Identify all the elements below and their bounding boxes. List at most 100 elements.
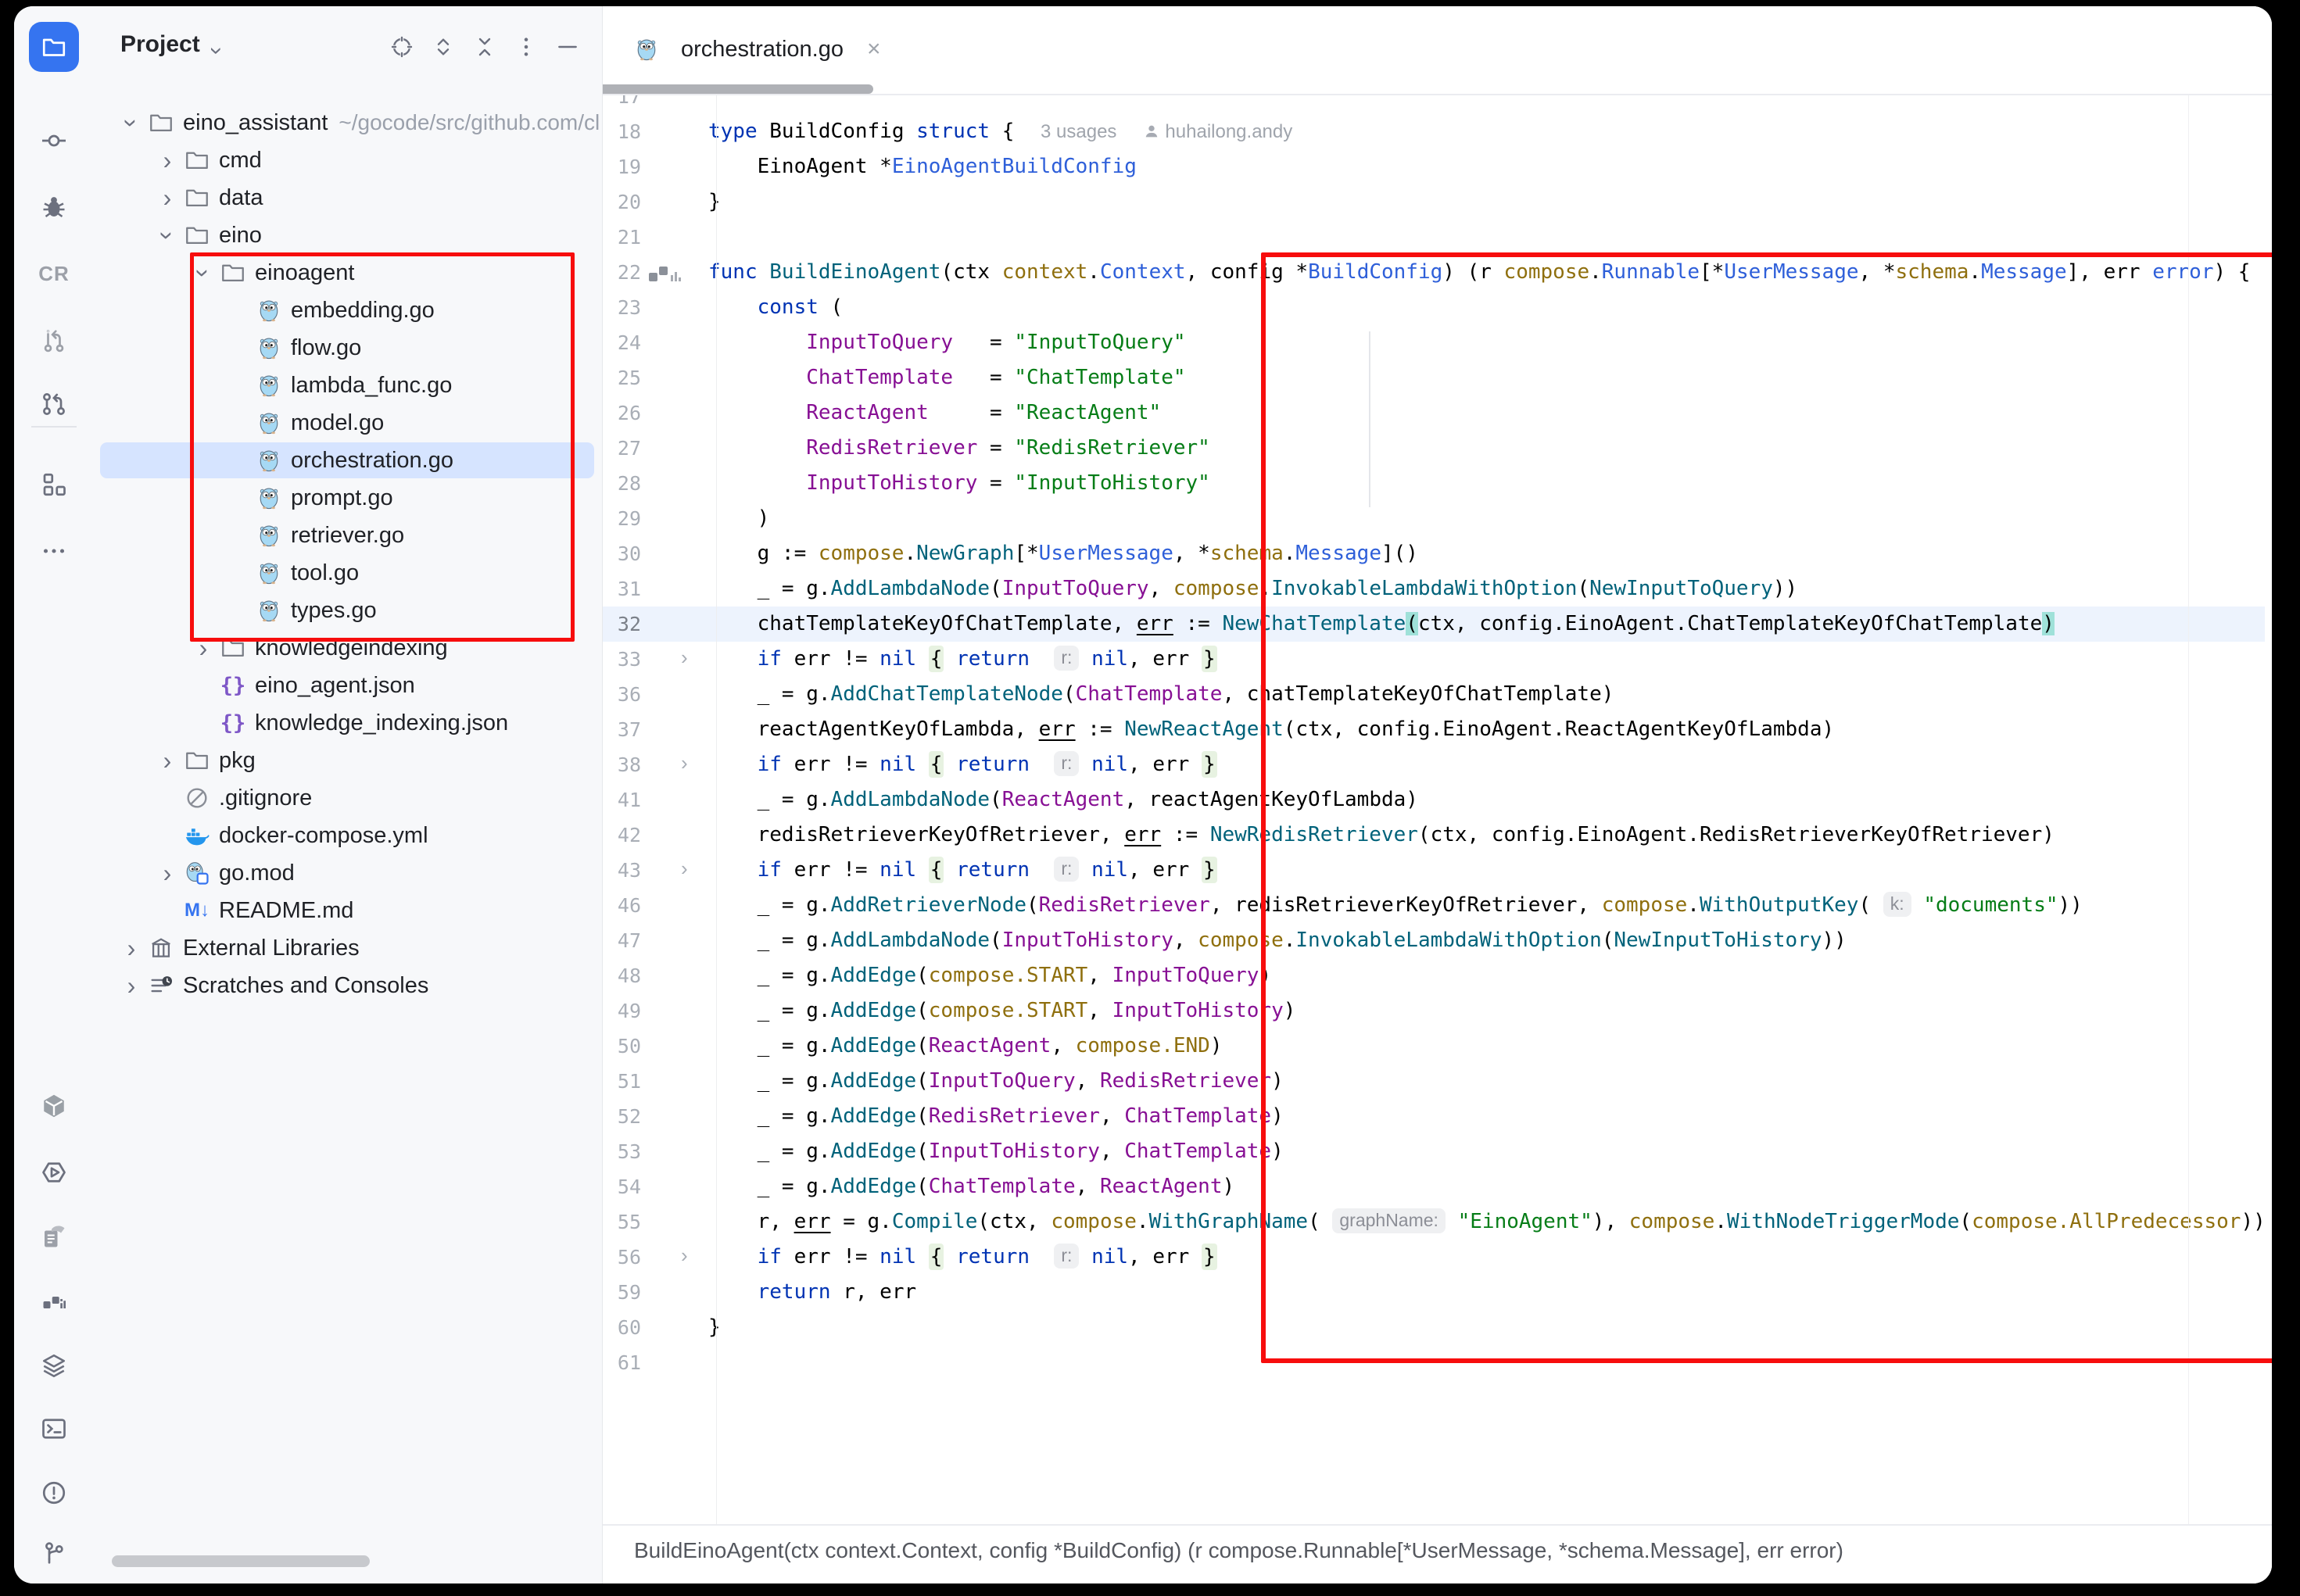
code-line-42[interactable]: 42 redisRetrieverKeyOfRetriever, err := … (603, 818, 2272, 853)
hide-icon[interactable] (554, 33, 582, 61)
code-line-56[interactable]: 56› if err != nil { return r: nil, err } (603, 1240, 2272, 1275)
tree-item-retriever-go[interactable]: retriever.go (94, 517, 602, 554)
code-line-52[interactable]: 52 _ = g.AddEdge(RedisRetriever, ChatTem… (603, 1099, 2272, 1134)
tree-item--gitignore[interactable]: .gitignore (94, 779, 602, 817)
gutter-metrics-icon[interactable] (647, 264, 682, 284)
code-line-22[interactable]: 22func BuildEinoAgent(ctx context.Contex… (603, 255, 2272, 290)
code-line-61[interactable]: 61 (603, 1345, 2272, 1380)
tree-item-flow-go[interactable]: flow.go (94, 329, 602, 367)
project-icon[interactable] (29, 22, 79, 72)
tree-item-external-libraries[interactable]: ›External Libraries (94, 929, 602, 967)
fold-chevron-icon[interactable]: › (681, 1244, 688, 1268)
code-line-49[interactable]: 49 _ = g.AddEdge(compose.START, InputToH… (603, 993, 2272, 1029)
code-review-icon[interactable]: CR (38, 258, 70, 289)
tree-item-scratches-and-consoles[interactable]: ›Scratches and Consoles (94, 967, 602, 1004)
code-line-55[interactable]: 55 r, err = g.Compile(ctx, compose.WithG… (603, 1204, 2272, 1240)
code-line-25[interactable]: 25 ChatTemplate = "ChatTemplate" (603, 360, 2272, 395)
tree-item-einoagent[interactable]: ›einoagent (94, 254, 602, 292)
tree-item-types-go[interactable]: types.go (94, 592, 602, 629)
code-line-47[interactable]: 47 _ = g.AddLambdaNode(InputToHistory, c… (603, 923, 2272, 958)
project-horizontal-scrollbar[interactable] (112, 1555, 370, 1567)
tree-item-data[interactable]: ›data (94, 179, 602, 216)
tree-item-prompt-go[interactable]: prompt.go (94, 479, 602, 517)
code-line-26[interactable]: 26 ReactAgent = "ReactAgent" (603, 395, 2272, 431)
terminal-icon[interactable] (38, 1413, 70, 1444)
structure-icon[interactable] (38, 469, 70, 500)
fold-chevron-icon[interactable]: › (681, 646, 688, 670)
code-line-46[interactable]: 46 _ = g.AddRetrieverNode(RedisRetriever… (603, 888, 2272, 923)
code-line-19[interactable]: 19 EinoAgent *EinoAgentBuildConfig (603, 149, 2272, 184)
code-line-36[interactable]: 36 _ = g.AddChatTemplateNode(ChatTemplat… (603, 677, 2272, 712)
chevron-collapsed-icon[interactable]: › (117, 934, 145, 963)
code-line-38[interactable]: 38› if err != nil { return r: nil, err } (603, 747, 2272, 782)
problems-icon[interactable] (38, 1477, 70, 1508)
tree-item-embedding-go[interactable]: embedding.go (94, 292, 602, 329)
code-line-48[interactable]: 48 _ = g.AddEdge(compose.START, InputToQ… (603, 958, 2272, 993)
code-line-37[interactable]: 37 reactAgentKeyOfLambda, err := NewReac… (603, 712, 2272, 747)
tab-close-icon[interactable]: × (867, 36, 881, 63)
commit-icon[interactable] (38, 125, 70, 156)
code-line-32[interactable]: 32 chatTemplateKeyOfChatTemplate, err :=… (603, 607, 2272, 642)
code-line-31[interactable]: 31 _ = g.AddLambdaNode(InputToQuery, com… (603, 571, 2272, 607)
more-icon[interactable] (38, 535, 70, 567)
tree-item-cmd[interactable]: ›cmd (94, 141, 602, 179)
code-line-27[interactable]: 27 RedisRetriever = "RedisRetriever" (603, 431, 2272, 466)
code-line-51[interactable]: 51 _ = g.AddEdge(InputToQuery, RedisRetr… (603, 1064, 2272, 1099)
project-panel-title[interactable]: Project (120, 31, 200, 58)
code-line-29[interactable]: 29 ) (603, 501, 2272, 536)
tree-item-tool-go[interactable]: tool.go (94, 554, 602, 592)
tab-orchestration-go[interactable]: orchestration.go × (623, 6, 889, 92)
debug-icon[interactable] (38, 191, 70, 223)
tree-item-go-mod[interactable]: ›go.mod (94, 854, 602, 892)
pull-requests-icon[interactable] (38, 324, 70, 356)
vcs-compare-icon[interactable] (38, 388, 70, 420)
tree-item-knowledge-indexing-json[interactable]: {}knowledge_indexing.json (94, 704, 602, 742)
tree-item-model-go[interactable]: model.go (94, 404, 602, 442)
code-line-21[interactable]: 21 (603, 220, 2272, 255)
tree-item-pkg[interactable]: ›pkg (94, 742, 602, 779)
chevron-collapsed-icon[interactable]: › (189, 634, 217, 663)
fold-chevron-icon[interactable]: › (681, 857, 688, 881)
version-control-icon[interactable] (38, 1538, 70, 1569)
code-line-23[interactable]: 23 const ( (603, 290, 2272, 325)
chevron-expanded-icon[interactable]: › (153, 221, 182, 249)
documentation-icon[interactable] (38, 1221, 70, 1252)
tree-item-eino-assistant[interactable]: ›eino_assistant~/gocode/src/github.com/c… (94, 104, 602, 141)
code-line-54[interactable]: 54 _ = g.AddEdge(ChatTemplate, ReactAgen… (603, 1169, 2272, 1204)
chevron-collapsed-icon[interactable]: › (153, 859, 181, 888)
tree-item-readme-md[interactable]: M↓README.md (94, 892, 602, 929)
code-line-59[interactable]: 59 return r, err (603, 1275, 2272, 1310)
chevron-collapsed-icon[interactable]: › (153, 746, 181, 775)
chevron-collapsed-icon[interactable]: › (153, 146, 181, 175)
code-viewport[interactable]: 1718type BuildConfig struct { 3 usageshu… (603, 6, 2272, 1526)
tree-item-eino-agent-json[interactable]: {}eino_agent.json (94, 667, 602, 704)
code-line-18[interactable]: 18type BuildConfig struct { 3 usageshuha… (603, 114, 2272, 149)
code-line-50[interactable]: 50 _ = g.AddEdge(ReactAgent, compose.END… (603, 1029, 2272, 1064)
chevron-expanded-icon[interactable]: › (189, 259, 218, 287)
code-line-24[interactable]: 24 InputToQuery = "InputToQuery" (603, 325, 2272, 360)
collapse-all-icon[interactable] (471, 33, 499, 61)
tree-item-orchestration-go[interactable]: orchestration.go (94, 442, 602, 479)
code-line-60[interactable]: 60} (603, 1310, 2272, 1345)
chevron-collapsed-icon[interactable]: › (153, 184, 181, 213)
tree-item-eino[interactable]: ›eino (94, 216, 602, 254)
services-icon[interactable] (38, 1350, 70, 1381)
chevron-collapsed-icon[interactable]: › (117, 972, 145, 1000)
code-line-53[interactable]: 53 _ = g.AddEdge(InputToHistory, ChatTem… (603, 1134, 2272, 1169)
tree-item-docker-compose-yml[interactable]: docker-compose.yml (94, 817, 602, 854)
options-icon[interactable] (512, 33, 540, 61)
code-line-43[interactable]: 43› if err != nil { return r: nil, err } (603, 853, 2272, 888)
fold-chevron-icon[interactable]: › (681, 751, 688, 775)
code-line-30[interactable]: 30 g := compose.NewGraph[*UserMessage, *… (603, 536, 2272, 571)
code-line-41[interactable]: 41 _ = g.AddLambdaNode(ReactAgent, react… (603, 782, 2272, 818)
locate-icon[interactable] (388, 33, 416, 61)
packages-icon[interactable] (38, 1090, 70, 1122)
chevron-expanded-icon[interactable]: › (117, 109, 146, 137)
run-anything-icon[interactable] (38, 1157, 70, 1188)
code-line-33[interactable]: 33› if err != nil { return r: nil, err } (603, 642, 2272, 677)
tree-item-knowledgeindexing[interactable]: ›knowledgeindexing (94, 629, 602, 667)
chevron-down-icon[interactable]: › (203, 47, 230, 55)
expand-all-icon[interactable] (429, 33, 457, 61)
tree-item-lambda-func-go[interactable]: lambda_func.go (94, 367, 602, 404)
code-line-20[interactable]: 20} (603, 184, 2272, 220)
